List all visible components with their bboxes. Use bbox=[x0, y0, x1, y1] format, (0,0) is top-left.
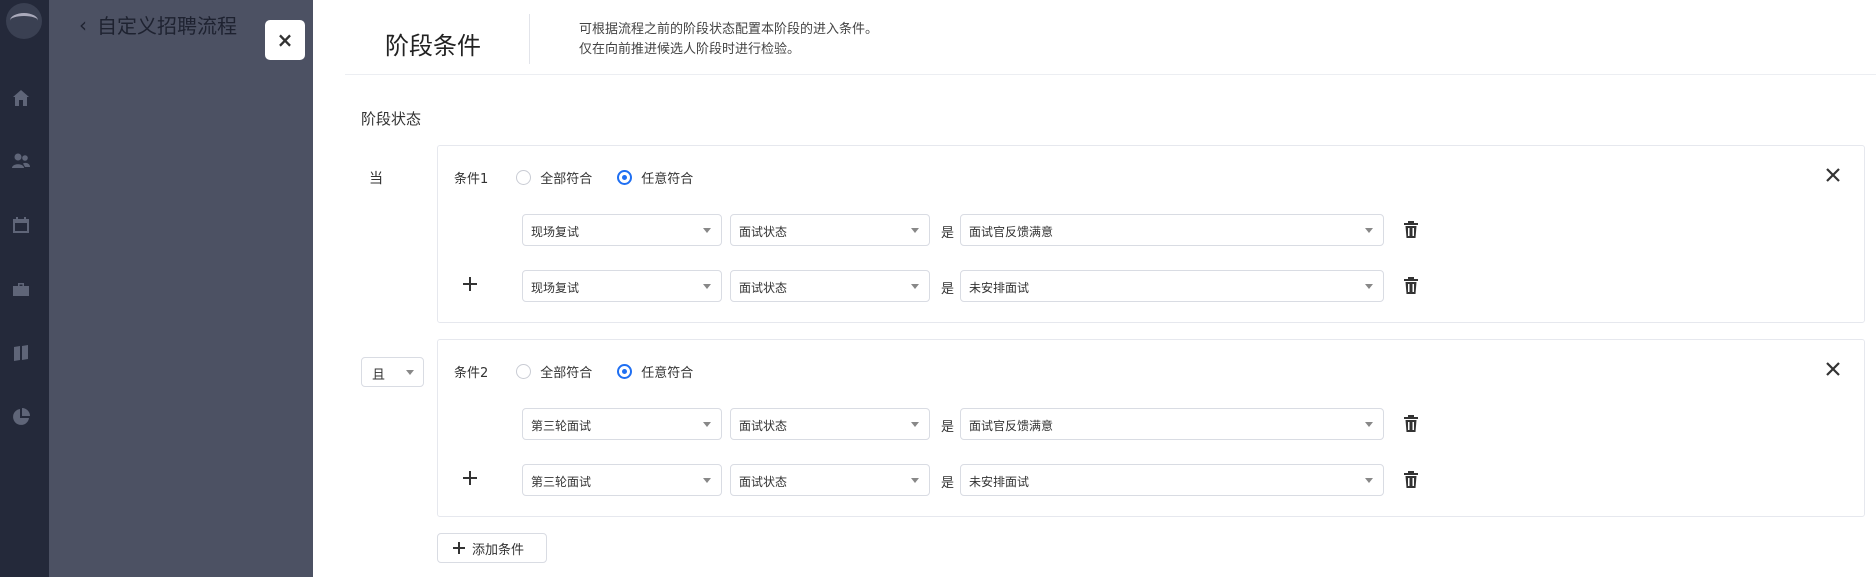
caret-down-icon bbox=[1365, 478, 1373, 483]
back-title[interactable]: ‹ 自定义招聘流程 bbox=[79, 10, 237, 39]
select-value: 未安排面试 bbox=[969, 281, 1030, 295]
page-title: 自定义招聘流程 bbox=[97, 14, 237, 38]
select-value: 第三轮面试 bbox=[531, 419, 592, 433]
caret-down-icon bbox=[1365, 284, 1373, 289]
operator-label: 是 bbox=[941, 420, 955, 435]
briefcase-icon[interactable] bbox=[11, 279, 31, 299]
condition-box-2: 条件2 全部符合 任意符合 第三轮面试 面试状态 是 面试官反馈满意 第三轮面试… bbox=[437, 339, 1865, 517]
stage-select[interactable]: 第三轮面试 bbox=[522, 464, 722, 496]
nav-rail bbox=[0, 0, 49, 577]
stage-select[interactable]: 第三轮面试 bbox=[522, 408, 722, 440]
caret-down-icon bbox=[1365, 422, 1373, 427]
caret-down-icon bbox=[911, 478, 919, 483]
field-select[interactable]: 面试状态 bbox=[730, 270, 930, 302]
value-select[interactable]: 未安排面试 bbox=[960, 464, 1384, 496]
pie-chart-icon[interactable] bbox=[11, 407, 31, 427]
caret-down-icon bbox=[703, 422, 711, 427]
radio-label: 任意符合 bbox=[641, 172, 694, 187]
close-icon[interactable] bbox=[1824, 166, 1842, 184]
operator-label: 是 bbox=[941, 282, 955, 297]
trash-icon[interactable] bbox=[1403, 221, 1419, 238]
plus-icon[interactable] bbox=[461, 469, 479, 487]
value-select[interactable]: 面试官反馈满意 bbox=[960, 214, 1384, 246]
caret-down-icon bbox=[911, 422, 919, 427]
caret-down-icon bbox=[406, 370, 414, 375]
condition-header: 条件2 全部符合 任意符合 bbox=[454, 362, 718, 381]
logo[interactable] bbox=[6, 3, 42, 39]
radio-all-match[interactable]: 全部符合 bbox=[516, 362, 592, 381]
value-select[interactable]: 面试官反馈满意 bbox=[960, 408, 1384, 440]
logic-operator-select[interactable]: 且 bbox=[361, 357, 424, 387]
plus-icon bbox=[453, 542, 465, 554]
radio-all-match[interactable]: 全部符合 bbox=[516, 168, 592, 187]
select-value: 未安排面试 bbox=[969, 475, 1030, 489]
background-page: ‹ 自定义招聘流程 bbox=[49, 0, 313, 577]
description-line-2: 仅在向前推进候选人阶段时进行检验。 bbox=[579, 42, 801, 57]
radio-dot[interactable] bbox=[516, 364, 532, 379]
radio-label: 全部符合 bbox=[540, 366, 593, 381]
field-select[interactable]: 面试状态 bbox=[730, 214, 930, 246]
drawer-description: 可根据流程之前的阶段状态配置本阶段的进入条件。 仅在向前推进候选人阶段时进行检验… bbox=[579, 20, 878, 60]
select-value: 面试状态 bbox=[739, 225, 788, 239]
plus-icon[interactable] bbox=[461, 275, 479, 293]
select-value: 且 bbox=[372, 368, 386, 383]
stage-select[interactable]: 现场复试 bbox=[522, 270, 722, 302]
radio-label: 全部符合 bbox=[540, 172, 593, 187]
operator-label: 是 bbox=[941, 476, 955, 491]
field-select[interactable]: 面试状态 bbox=[730, 464, 930, 496]
close-icon[interactable] bbox=[1824, 360, 1842, 378]
radio-dot-selected[interactable] bbox=[617, 364, 633, 379]
caret-down-icon bbox=[703, 284, 711, 289]
home-icon[interactable] bbox=[11, 88, 31, 108]
select-value: 面试状态 bbox=[739, 281, 788, 295]
select-value: 面试状态 bbox=[739, 419, 788, 433]
condition-name: 条件2 bbox=[454, 366, 489, 381]
condition-row: 现场复试 面试状态 是 面试官反馈满意 bbox=[438, 214, 1864, 248]
select-value: 面试官反馈满意 bbox=[969, 225, 1054, 239]
radio-any-match[interactable]: 任意符合 bbox=[617, 168, 693, 187]
caret-down-icon bbox=[911, 228, 919, 233]
users-icon[interactable] bbox=[11, 151, 31, 171]
caret-down-icon bbox=[703, 228, 711, 233]
book-icon[interactable] bbox=[11, 343, 31, 363]
select-value: 面试状态 bbox=[739, 475, 788, 489]
chevron-left-icon[interactable]: ‹ bbox=[79, 13, 87, 37]
section-label: 阶段状态 bbox=[361, 110, 422, 128]
when-label: 当 bbox=[369, 171, 383, 187]
condition-name: 条件1 bbox=[454, 172, 489, 187]
stage-condition-drawer: 阶段条件 可根据流程之前的阶段状态配置本阶段的进入条件。 仅在向前推进候选人阶段… bbox=[313, 0, 1876, 577]
condition-row: 第三轮面试 面试状态 是 面试官反馈满意 bbox=[438, 408, 1864, 442]
caret-down-icon bbox=[703, 478, 711, 483]
select-value: 面试官反馈满意 bbox=[969, 419, 1054, 433]
header-divider-line bbox=[345, 74, 1876, 75]
select-value: 现场复试 bbox=[531, 281, 580, 295]
close-drawer-button[interactable]: × bbox=[265, 20, 305, 60]
description-line-1: 可根据流程之前的阶段状态配置本阶段的进入条件。 bbox=[579, 22, 879, 37]
condition-row: 现场复试 面试状态 是 未安排面试 bbox=[438, 270, 1864, 304]
header-divider bbox=[529, 14, 530, 64]
add-condition-label: 添加条件 bbox=[472, 542, 525, 558]
radio-dot-selected[interactable] bbox=[617, 170, 633, 185]
caret-down-icon bbox=[911, 284, 919, 289]
calendar-icon[interactable] bbox=[11, 215, 31, 235]
stage-select[interactable]: 现场复试 bbox=[522, 214, 722, 246]
select-value: 第三轮面试 bbox=[531, 475, 592, 489]
add-condition-button[interactable]: 添加条件 bbox=[437, 533, 547, 563]
radio-label: 任意符合 bbox=[641, 366, 694, 381]
radio-dot[interactable] bbox=[516, 170, 532, 185]
trash-icon[interactable] bbox=[1403, 471, 1419, 488]
condition-row: 第三轮面试 面试状态 是 未安排面试 bbox=[438, 464, 1864, 498]
trash-icon[interactable] bbox=[1403, 415, 1419, 432]
condition-header: 条件1 全部符合 任意符合 bbox=[454, 168, 718, 187]
radio-any-match[interactable]: 任意符合 bbox=[617, 362, 693, 381]
select-value: 现场复试 bbox=[531, 225, 580, 239]
value-select[interactable]: 未安排面试 bbox=[960, 270, 1384, 302]
condition-box-1: 条件1 全部符合 任意符合 现场复试 面试状态 是 面试官反馈满意 现场复试 面… bbox=[437, 145, 1865, 323]
caret-down-icon bbox=[1365, 228, 1373, 233]
trash-icon[interactable] bbox=[1403, 277, 1419, 294]
operator-label: 是 bbox=[941, 226, 955, 241]
drawer-title: 阶段条件 bbox=[385, 32, 481, 60]
field-select[interactable]: 面试状态 bbox=[730, 408, 930, 440]
